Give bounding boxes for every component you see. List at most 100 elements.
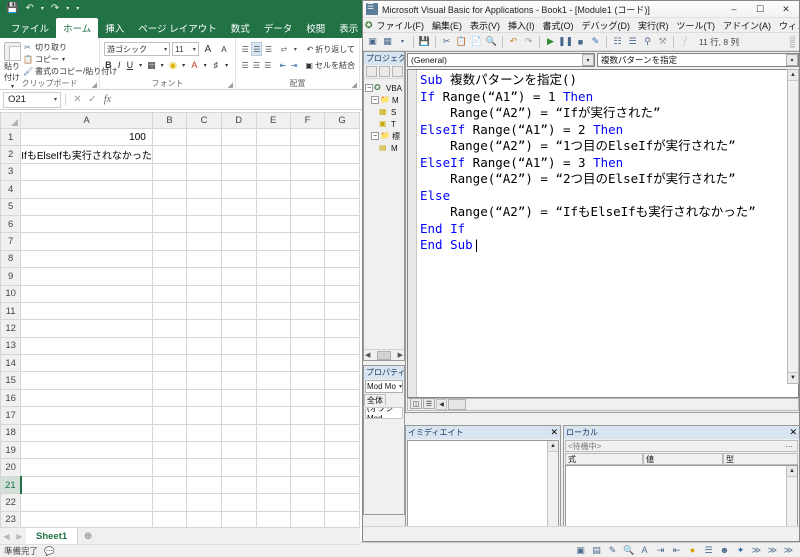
cell-G18[interactable] — [324, 423, 360, 443]
cell-B10[interactable] — [151, 284, 188, 303]
wrap-text-button[interactable]: ↶ 折り返して — [307, 44, 355, 55]
cell-E8[interactable] — [255, 249, 291, 269]
customize-qat-icon[interactable]: ▾ — [76, 6, 79, 12]
cell-G12[interactable] — [324, 319, 360, 338]
ime-tool-icon[interactable]: 🔍 — [623, 545, 634, 556]
cell-F22[interactable] — [289, 493, 326, 512]
cell-F23[interactable] — [289, 510, 326, 527]
cell-D20[interactable] — [220, 458, 257, 477]
row-header-4[interactable]: 4 — [0, 180, 22, 199]
cell-C14[interactable] — [186, 354, 222, 373]
cell-F14[interactable] — [289, 354, 326, 373]
toggle-folders-icon[interactable] — [392, 66, 403, 77]
cell-E19[interactable] — [255, 441, 291, 460]
menu-file[interactable]: ファイル(F) — [373, 19, 429, 32]
help-icon[interactable]: ❔ — [678, 35, 691, 49]
cell-B23[interactable] — [151, 510, 188, 527]
design-mode-icon[interactable]: ✎ — [589, 35, 602, 49]
align-top-icon[interactable]: ☰ — [240, 42, 250, 56]
cell-F8[interactable] — [289, 249, 326, 269]
properties-first-row[interactable]: (オブジ Mod — [365, 407, 403, 419]
row-header-8[interactable]: 8 — [0, 249, 22, 269]
cell-B16[interactable] — [151, 388, 188, 408]
cell-G1[interactable] — [324, 127, 360, 147]
cell-F12[interactable] — [289, 319, 326, 338]
locals-column-value[interactable]: 値 — [643, 453, 723, 465]
cell-A15[interactable] — [20, 371, 153, 390]
code-horizontal-scrollbar[interactable]: ◫ ☰ ◀ — [407, 398, 799, 411]
cell-D22[interactable] — [220, 493, 257, 512]
cell-C8[interactable] — [186, 249, 222, 269]
italic-button[interactable]: I — [115, 58, 124, 72]
fill-color-icon[interactable]: ◉ — [169, 58, 178, 72]
sheet-tab-sheet1[interactable]: Sheet1 — [26, 527, 79, 545]
close-icon[interactable]: ✕ — [789, 427, 799, 438]
font-color-icon[interactable]: A — [190, 58, 199, 72]
row-header-15[interactable]: 15 — [0, 371, 22, 390]
cell-G15[interactable] — [324, 371, 360, 390]
cell-G6[interactable] — [324, 214, 360, 234]
cell-F10[interactable] — [289, 284, 326, 303]
chevron3-icon[interactable]: ≫ — [783, 545, 794, 556]
cell-B8[interactable] — [151, 249, 188, 269]
cell-G5[interactable] — [324, 197, 360, 216]
chevron-left-icon[interactable]: ◀ — [365, 351, 370, 359]
ime-opt-icon[interactable]: ⇤ — [671, 545, 682, 556]
chevron-left-icon[interactable]: ◀ — [0, 532, 13, 541]
cell-B13[interactable] — [151, 336, 188, 356]
cell-C9[interactable] — [186, 267, 222, 286]
cell-D8[interactable] — [220, 249, 257, 269]
underline-button[interactable]: U — [126, 58, 135, 72]
tab-home[interactable]: ホーム — [56, 18, 99, 38]
cell-F9[interactable] — [289, 267, 326, 286]
cell-C13[interactable] — [186, 336, 222, 356]
cell-B9[interactable] — [151, 267, 188, 286]
cell-D18[interactable] — [220, 423, 257, 443]
procedure-dropdown[interactable]: 複数パターンを指定 ▾ — [597, 53, 799, 67]
cell-A20[interactable] — [20, 458, 153, 477]
cell-F15[interactable] — [289, 371, 326, 390]
toolbox-icon[interactable]: ⚒ — [656, 35, 669, 49]
cell-A10[interactable] — [20, 284, 153, 303]
cell-F1[interactable] — [289, 127, 326, 147]
cell-D3[interactable] — [220, 162, 257, 182]
cell-E23[interactable] — [255, 510, 291, 527]
cell-D11[interactable] — [220, 301, 257, 321]
chevron-right-icon[interactable]: ▶ — [398, 351, 403, 359]
chevron-icon[interactable]: ≫ — [751, 545, 762, 556]
cell-G16[interactable] — [324, 388, 360, 408]
borders-dropdown-icon[interactable]: ▾ — [158, 58, 167, 72]
cell-C4[interactable] — [186, 180, 222, 199]
cell-D21[interactable] — [220, 475, 257, 495]
scroll-thumb[interactable] — [377, 350, 391, 360]
project-tree[interactable]: − ✪ VBA − 📁 M ▦ S ▣ T − 📁 標 ▤ M — [364, 79, 404, 157]
cell-B18[interactable] — [151, 423, 188, 443]
cell-E6[interactable] — [255, 214, 291, 234]
cell-E22[interactable] — [255, 493, 291, 512]
cell-A21[interactable] — [20, 475, 153, 495]
locals-column-type[interactable]: 型 — [723, 453, 798, 465]
increase-font-size-button[interactable]: A — [201, 42, 215, 56]
menu-tools[interactable]: ツール(T) — [673, 19, 720, 32]
cell-D4[interactable] — [220, 180, 257, 199]
row-header-18[interactable]: 18 — [0, 423, 22, 443]
cell-E11[interactable] — [255, 301, 291, 321]
cell-F20[interactable] — [289, 458, 326, 477]
cell-G11[interactable] — [324, 301, 360, 321]
row-header-12[interactable]: 12 — [0, 319, 22, 338]
cell-G4[interactable] — [324, 180, 360, 199]
cell-C7[interactable] — [186, 232, 222, 251]
cell-E2[interactable] — [255, 145, 291, 164]
object-dropdown[interactable]: (General) ▾ — [407, 53, 595, 67]
cell-A11[interactable] — [20, 301, 153, 321]
phonetic-icon[interactable]: ♯ — [212, 58, 221, 72]
cell-F4[interactable] — [289, 180, 326, 199]
select-all-corner[interactable] — [0, 112, 22, 129]
cell-D1[interactable] — [220, 127, 257, 147]
project-explorer-hscrollbar[interactable]: ◀ ▶ — [364, 349, 404, 360]
cell-D10[interactable] — [220, 284, 257, 303]
chevron-left-icon[interactable]: ◀ — [436, 399, 447, 410]
user-icon[interactable]: ☻ — [719, 545, 730, 555]
cell-D6[interactable] — [220, 214, 257, 234]
cell-A19[interactable] — [20, 441, 153, 460]
